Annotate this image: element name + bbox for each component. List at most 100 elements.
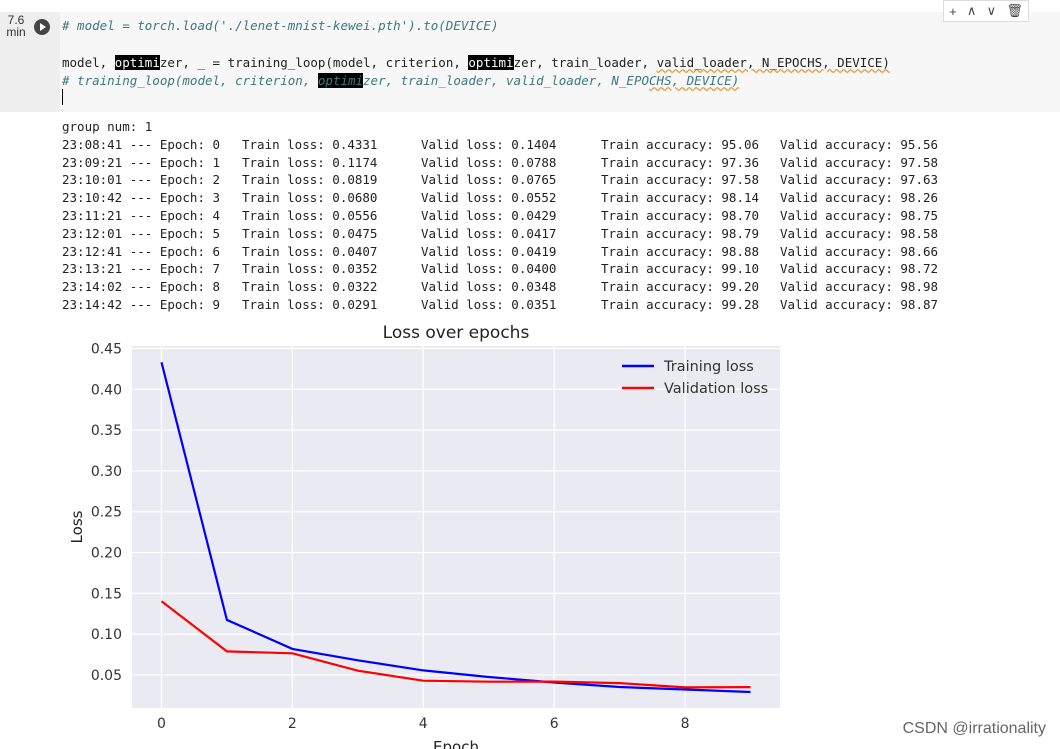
log-row: 23:14:02 --- Epoch: 8 Train loss: 0.0322 V… [62, 278, 960, 296]
x-tick-label: 0 [157, 716, 166, 732]
log-valid-loss: Valid loss: 0.0552 [421, 190, 557, 206]
log-valid-loss: Valid loss: 0.0348 [421, 279, 557, 295]
y-tick-label: 0.15 [91, 586, 122, 602]
log-train-loss: Train loss: 0.4331 [242, 136, 378, 152]
log-time-epoch: 23:09:21 --- Epoch: 1 [62, 154, 221, 170]
log-train-acc: Train accuracy: 99.10 [601, 261, 760, 277]
log-valid-loss: Valid loss: 0.1404 [421, 136, 557, 152]
notebook-cell: 7.6 min # model = torch.load('./lenet-mn… [0, 0, 1060, 114]
y-tick-label: 0.30 [91, 464, 122, 480]
move-down-icon[interactable]: ∨ [987, 3, 997, 19]
log-train-acc: Train accuracy: 95.06 [601, 136, 760, 152]
log-time-epoch: 23:11:21 --- Epoch: 4 [62, 207, 221, 223]
search-highlight: optimi [317, 73, 364, 88]
lint-warning-segment: valid_loader, N_EPOCHS, DEVICE) [656, 55, 890, 70]
log-valid-acc: Valid accuracy: 98.72 [780, 261, 939, 277]
log-train-loss: Train loss: 0.0556 [242, 207, 378, 223]
log-time-epoch: 23:08:41 --- Epoch: 0 [62, 136, 221, 152]
plot-area [132, 346, 780, 708]
log-row: 23:10:42 --- Epoch: 3 Train loss: 0.0680 V… [62, 189, 960, 207]
log-train-loss: Train loss: 0.0291 [242, 296, 378, 312]
y-tick-label: 0.35 [91, 423, 122, 439]
y-tick-label: 0.05 [91, 668, 122, 684]
search-highlight: optimi [114, 55, 160, 70]
log-valid-acc: Valid accuracy: 98.98 [780, 279, 939, 295]
log-train-loss: Train loss: 0.0680 [242, 190, 378, 206]
y-tick-label: 0.45 [91, 342, 122, 358]
log-train-acc: Train accuracy: 98.70 [601, 207, 760, 223]
log-valid-acc: Valid accuracy: 98.75 [780, 207, 939, 223]
watermark: CSDN @irrationality [902, 720, 1046, 737]
log-valid-acc: Valid accuracy: 98.66 [780, 243, 939, 259]
y-tick-label: 0.10 [91, 627, 122, 643]
delete-cell-icon[interactable]: 🗑 [1006, 3, 1023, 19]
code-line-3: # training_loop(model, criterion, optimi… [62, 73, 739, 88]
log-time-epoch: 23:14:42 --- Epoch: 9 [62, 296, 221, 312]
log-train-loss: Train loss: 0.0352 [242, 261, 378, 277]
log-train-acc: Train accuracy: 97.58 [601, 172, 760, 188]
log-valid-loss: Valid loss: 0.0400 [421, 261, 557, 277]
log-valid-acc: Valid accuracy: 98.87 [780, 296, 939, 312]
log-valid-loss: Valid loss: 0.0765 [421, 172, 557, 188]
log-time-epoch: 23:12:41 --- Epoch: 6 [62, 243, 221, 259]
log-row: 23:12:41 --- Epoch: 6 Train loss: 0.0407 V… [62, 243, 960, 261]
y-tick-label: 0.20 [91, 546, 122, 562]
log-train-loss: Train loss: 0.0407 [242, 243, 378, 259]
text-cursor [62, 89, 63, 105]
log-valid-acc: Valid accuracy: 98.58 [780, 225, 939, 241]
loss-chart: 0 2 4 6 8 0.05 0.10 0.15 0.20 0.25 0.30 0.35 0.40 0.4… [68, 323, 780, 749]
log-train-acc: Train accuracy: 98.88 [601, 243, 760, 259]
code-comment: # training_loop(model, criterion, [62, 73, 318, 88]
log-valid-acc: Valid accuracy: 95.56 [780, 136, 939, 152]
log-train-acc: Train accuracy: 99.28 [601, 296, 760, 312]
log-valid-loss: Valid loss: 0.0788 [421, 154, 557, 170]
y-axis-label: Loss [68, 510, 86, 543]
log-train-acc: Train accuracy: 98.14 [601, 190, 760, 206]
code-line-1: # model = torch.load('./lenet-mnist-kewe… [62, 18, 499, 33]
legend-label: Validation loss [664, 381, 768, 397]
log-row: 23:11:21 --- Epoch: 4 Train loss: 0.0556 V… [62, 207, 960, 225]
log-time-epoch: 23:10:42 --- Epoch: 3 [62, 190, 221, 206]
log-train-loss: Train loss: 0.0475 [242, 225, 378, 241]
x-tick-label: 8 [681, 716, 690, 732]
legend-label: Training loss [663, 359, 754, 375]
log-valid-loss: Valid loss: 0.0417 [421, 225, 557, 241]
log-time-epoch: 23:12:01 --- Epoch: 5 [62, 225, 221, 241]
log-train-loss: Train loss: 0.1174 [242, 154, 378, 170]
code-line-2: model, optimizer, _ = training_loop(mode… [62, 55, 890, 70]
training-log: 23:08:41 --- Epoch: 0 Train loss: 0.4331 V… [62, 136, 960, 314]
code-segment: model, [62, 55, 115, 70]
log-time-epoch: 23:14:02 --- Epoch: 8 [62, 279, 221, 295]
x-tick-label: 4 [419, 716, 428, 732]
move-up-icon[interactable]: ∧ [967, 3, 977, 19]
log-row: 23:10:01 --- Epoch: 2 Train loss: 0.0819 V… [62, 171, 960, 189]
x-axis-label: Epoch [433, 738, 479, 749]
log-time-epoch: 23:10:01 --- Epoch: 2 [62, 172, 221, 188]
code-comment: zer, train_loader, valid_loader, N_EPO [363, 73, 650, 88]
log-valid-loss: Valid loss: 0.0351 [421, 296, 557, 312]
code-segment: zer, _ = training_loop(model, criterion, [159, 55, 469, 70]
add-cell-icon[interactable]: + [949, 4, 957, 19]
code-segment: zer, train_loader, [513, 55, 657, 70]
execution-time: 7.6 min [6, 13, 26, 39]
log-row: 23:09:21 --- Epoch: 1 Train loss: 0.1174 V… [62, 154, 960, 172]
y-tick-label: 0.25 [91, 505, 122, 521]
cell-toolbar: + ∧ ∨ 🗑 [943, 0, 1029, 22]
log-valid-acc: Valid accuracy: 97.63 [780, 172, 939, 188]
log-row: 23:13:21 --- Epoch: 7 Train loss: 0.0352 V… [62, 260, 960, 278]
log-valid-loss: Valid loss: 0.0419 [421, 243, 557, 259]
search-highlight: optimi [468, 55, 514, 70]
log-valid-loss: Valid loss: 0.0429 [421, 207, 557, 223]
log-train-loss: Train loss: 0.0819 [242, 172, 378, 188]
log-train-acc: Train accuracy: 98.79 [601, 225, 760, 241]
run-cell-button[interactable] [34, 19, 50, 35]
chart-title: Loss over epochs [383, 323, 530, 343]
log-time-epoch: 23:13:21 --- Epoch: 7 [62, 261, 221, 277]
log-row: 23:08:41 --- Epoch: 0 Train loss: 0.4331 V… [62, 136, 960, 154]
log-train-acc: Train accuracy: 97.36 [601, 154, 760, 170]
output-header: group num: 1 [62, 119, 153, 134]
x-tick-label: 6 [550, 716, 559, 732]
log-row: 23:14:42 --- Epoch: 9 Train loss: 0.0291 V… [62, 296, 960, 314]
log-row: 23:12:01 --- Epoch: 5 Train loss: 0.0475 V… [62, 225, 960, 243]
x-tick-label: 2 [288, 716, 297, 732]
